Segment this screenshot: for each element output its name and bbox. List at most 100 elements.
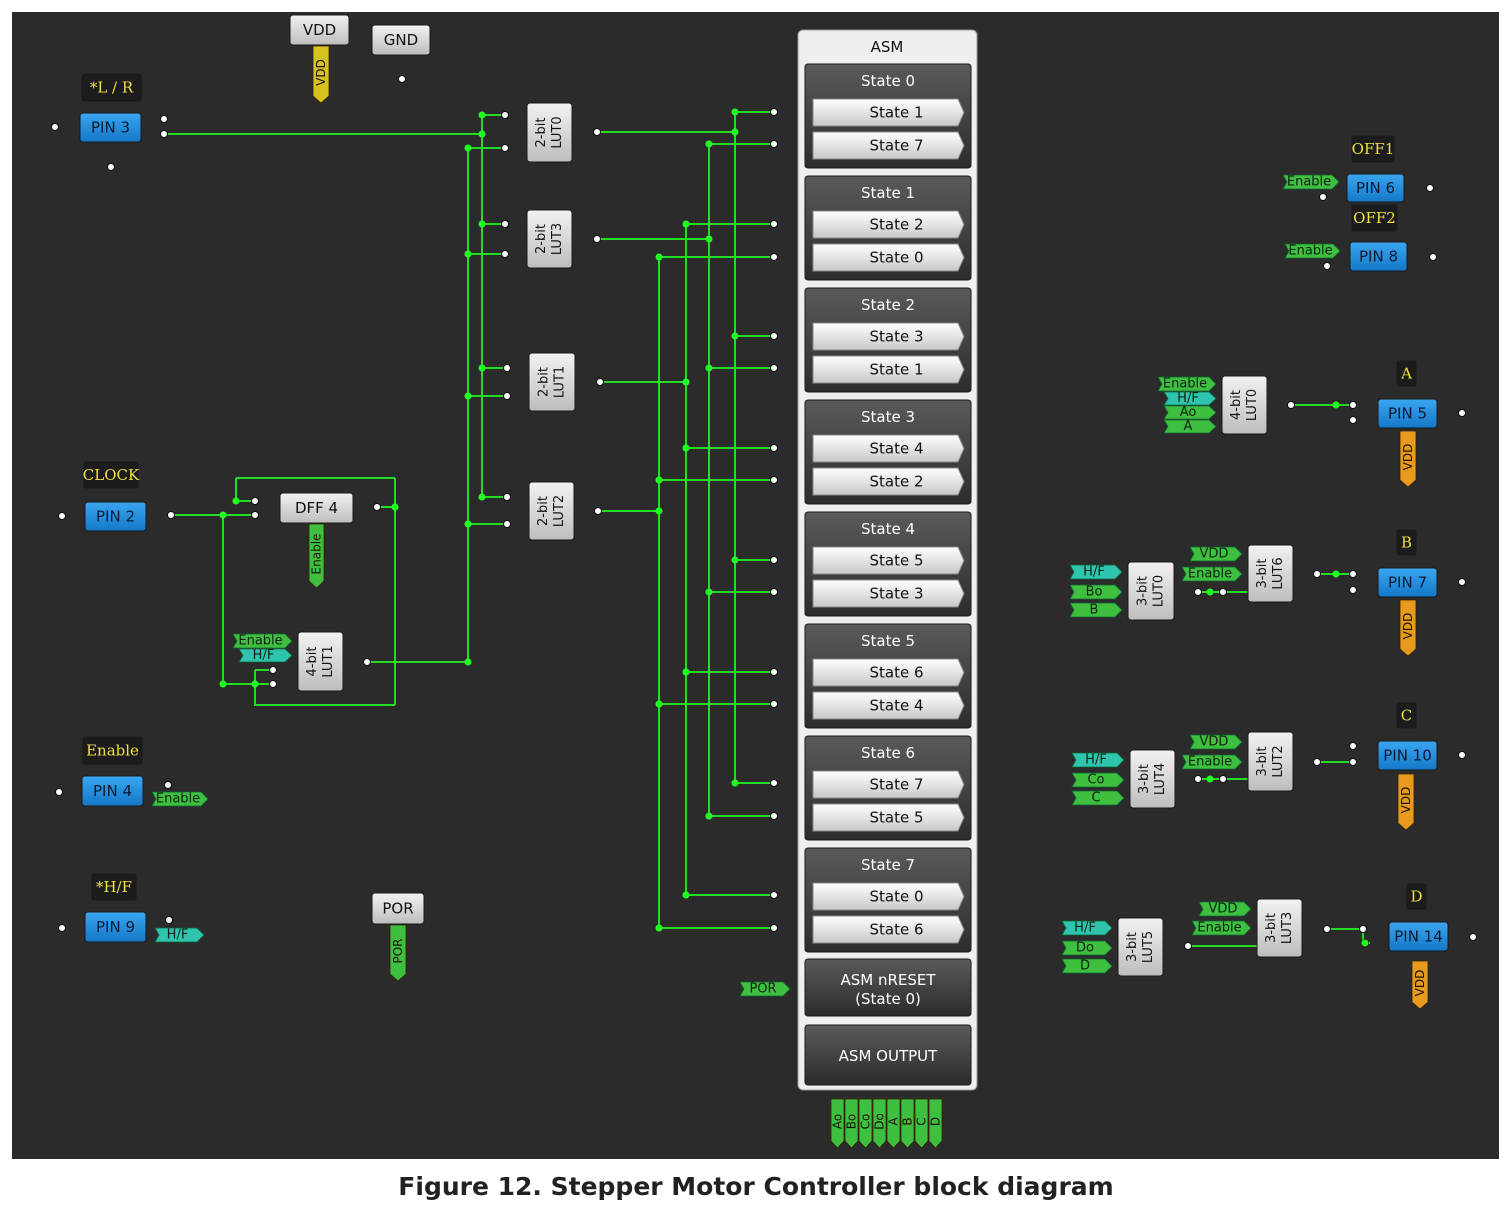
d-lut-hf-tag-label: H/F (1074, 921, 1096, 936)
asm-transition-label: State 7 (869, 776, 923, 794)
lut3-2bit-block-label: LUT3 (550, 223, 565, 255)
port-circle (160, 130, 168, 138)
lut1-4bit-hf-tag-label: H/F (253, 648, 275, 663)
port-circle (596, 378, 604, 386)
por-block-label: POR (382, 900, 413, 918)
lut1-2bit-block-label: 2-bit (537, 367, 552, 397)
junction-dot (1361, 939, 1369, 947)
pin8-block-label: PIN 8 (1359, 248, 1398, 266)
lut3-3bit-block-label: 3-bit (1264, 913, 1279, 943)
junction-dot (478, 364, 486, 372)
port-circle (58, 924, 66, 932)
pin9-block-label: PIN 9 (96, 918, 135, 936)
lut1-4bit-enable-tag-label: Enable (238, 634, 282, 649)
port-circle (770, 924, 778, 932)
b-name-label-text: B (1401, 534, 1412, 552)
port-circle (770, 364, 778, 372)
junction-dot (731, 332, 739, 340)
port-circle (770, 332, 778, 340)
port-circle (1349, 742, 1357, 750)
port-circle (593, 128, 601, 136)
a-name-label-text: A (1400, 365, 1412, 383)
port-circle (160, 115, 168, 123)
port-circle (164, 781, 172, 789)
pin2-block-label: PIN 2 (96, 508, 135, 526)
d-lut3-enable-tag-label: Enable (1197, 921, 1241, 936)
asm-output-tag-label: Bo (845, 1114, 859, 1130)
port-circle (51, 123, 59, 131)
port-circle (503, 493, 511, 501)
lut3-2bit-block-label: 2-bit (534, 224, 549, 254)
lut2-3bit-block-label: LUT2 (1271, 745, 1286, 777)
port-circle (1349, 401, 1357, 409)
wire (235, 478, 255, 502)
d-name-label-text: D (1410, 888, 1422, 906)
d-lut-do-tag-label: Do (1076, 941, 1094, 956)
b-lut6-vdd-tag-label: VDD (1200, 547, 1229, 562)
pin4-block-label: PIN 4 (93, 782, 132, 800)
lut0-4bit-block-label: 4-bit (1229, 390, 1244, 420)
port-circle (594, 507, 602, 515)
block-diagram: VDD VDD GND POR POR *L / R PIN 3 CLOCK PIN 2 Enab… (51, 14, 1477, 1149)
port-circle (770, 779, 778, 787)
asm-transition-label: State 2 (869, 473, 923, 491)
lut4-3bit-block-label: LUT4 (1153, 763, 1168, 795)
junction-dot (478, 493, 486, 501)
port-circle (1359, 925, 1367, 933)
lut1-4bit-block-label: LUT1 (321, 645, 336, 677)
dff4-enable-tag-label: Enable (310, 534, 324, 575)
asm-state-name: State 0 (861, 72, 915, 90)
junction-dot (1206, 588, 1214, 596)
asm-transition-label: State 6 (869, 921, 923, 939)
port-circle (1194, 775, 1202, 783)
off1-name-label-text: OFF1 (1352, 140, 1395, 158)
port-circle (770, 700, 778, 708)
port-circle (363, 658, 371, 666)
lut5-3bit-block-label: 3-bit (1125, 932, 1140, 962)
lut0-3bit-block-label: LUT0 (1152, 575, 1167, 607)
junction-dot (655, 507, 663, 515)
port-circle (770, 476, 778, 484)
port-circle (269, 680, 277, 688)
lut0-3bit-block-label: 3-bit (1136, 576, 1151, 606)
asm-transition-label: State 3 (869, 328, 923, 346)
pin5-lut-enable-tag-label: Enable (1163, 377, 1207, 392)
port-circle (770, 253, 778, 261)
asm-transition-label: State 2 (869, 216, 923, 234)
pin5-lut-hf-tag-label: H/F (1177, 391, 1199, 406)
port-circle (165, 916, 173, 924)
por-tag-label: POR (391, 938, 405, 963)
port-circle (1349, 416, 1357, 424)
port-circle (1313, 570, 1321, 578)
figure-caption: Figure 12. Stepper Motor Controller bloc… (398, 1172, 1114, 1201)
lut0-4bit-block-label: LUT0 (1245, 389, 1260, 421)
junction-dot (655, 476, 663, 484)
pin10-vdd-tag-label: VDD (1399, 787, 1413, 814)
pin6-block-label: PIN 6 (1356, 179, 1395, 197)
junction-dot (655, 253, 663, 261)
port-circle (1426, 184, 1434, 192)
junction-dot (464, 520, 472, 528)
pin14-vdd-tag-label: VDD (1413, 970, 1427, 997)
junction-dot (655, 700, 663, 708)
junction-dot (1206, 775, 1214, 783)
asm-transition-label: State 1 (869, 104, 923, 122)
asm-state-name: State 3 (861, 408, 915, 426)
junction-dot (705, 588, 713, 596)
c-lut2-enable-tag-label: Enable (1188, 755, 1232, 770)
asm-transition-label: State 4 (869, 697, 923, 715)
pin5-block-label: PIN 5 (1388, 405, 1427, 423)
c-lut-c-tag-label: C (1091, 791, 1100, 806)
port-circle (398, 75, 406, 83)
lut2-2bit-block-label: LUT2 (552, 495, 567, 527)
junction-dot (464, 144, 472, 152)
pin7-vdd-tag-label: VDD (1401, 613, 1415, 640)
connection-points (51, 75, 1477, 950)
asm-state-name: State 7 (861, 856, 915, 874)
asm-nreset-sublabel: (State 0) (855, 990, 921, 1008)
port-circle (1323, 262, 1331, 270)
junction-dot (682, 378, 690, 386)
port-circle (1219, 775, 1227, 783)
junction-dot (731, 108, 739, 116)
junction-dot (1332, 401, 1340, 409)
